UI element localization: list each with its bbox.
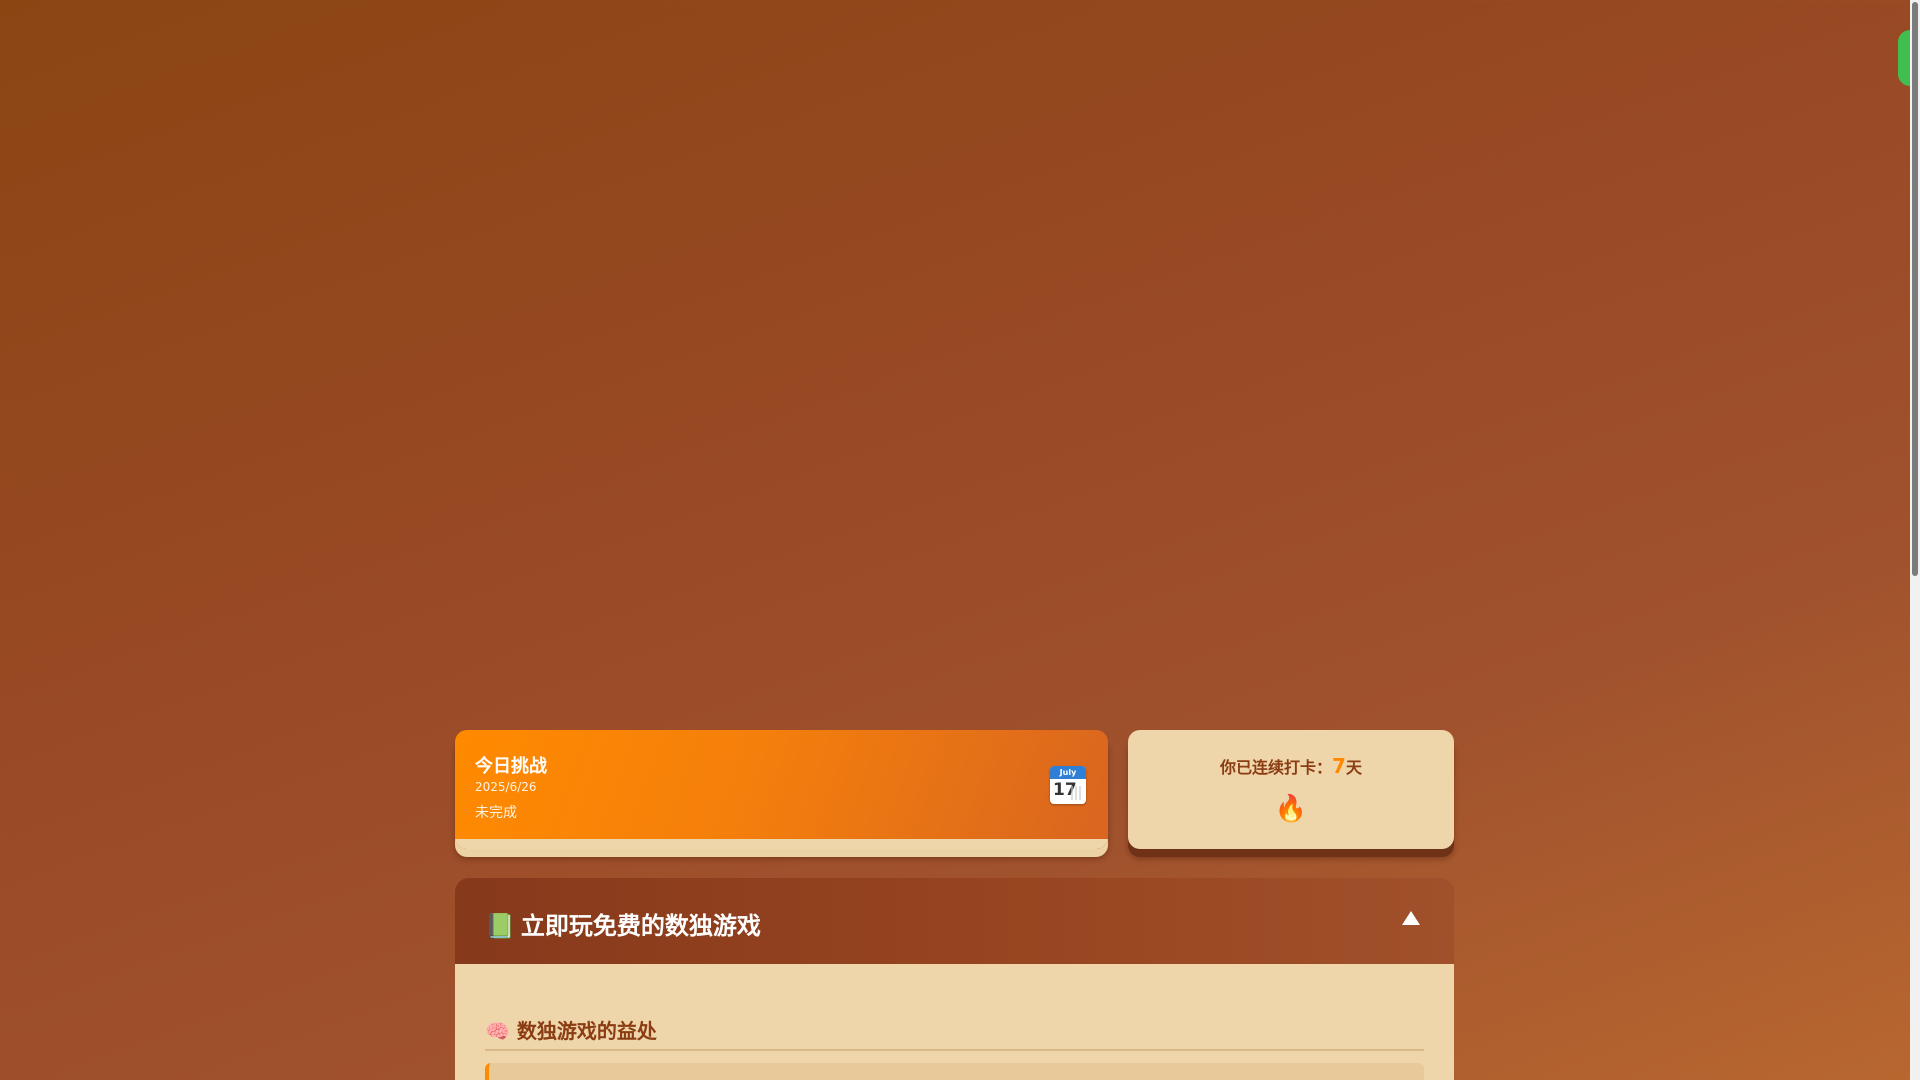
divider [485, 1049, 1424, 1051]
collapse-toggle-icon[interactable] [1402, 911, 1420, 925]
streak-count: 7 [1332, 754, 1346, 778]
panel-title: 📗 立即玩免费的数独游戏 [485, 906, 761, 941]
streak-text: 你已连续打卡：7天 [1128, 754, 1454, 778]
streak-prefix: 你已连续打卡： [1220, 758, 1333, 777]
benefits-heading-text: 数独游戏的益处 [516, 1019, 657, 1043]
calendar-icon: July 17 [1050, 766, 1086, 804]
panel-title-text: 立即玩免费的数独游戏 [520, 912, 761, 940]
benefits-heading: 🧠 数独游戏的益处 [485, 1015, 657, 1044]
daily-challenge-card[interactable]: 今日挑战 2025/6/26 未完成 July 17 [455, 730, 1108, 849]
challenge-status: 未完成 [475, 805, 517, 821]
sudoku-game-panel: 📗 立即玩免费的数独游戏 🧠 数独游戏的益处 [455, 878, 1454, 1080]
challenge-date: 2025/6/26 [475, 780, 537, 794]
scrollbar[interactable] [1910, 0, 1920, 1080]
panel-body: 🧠 数独游戏的益处 [455, 964, 1454, 1080]
panel-header[interactable]: 📗 立即玩免费的数独游戏 [455, 878, 1454, 964]
book-icon: 📗 [485, 912, 515, 940]
brain-icon: 🧠 [485, 1019, 510, 1043]
fire-icon: 🔥 [1274, 794, 1308, 824]
challenge-title: 今日挑战 [475, 756, 547, 777]
benefit-item [485, 1063, 1424, 1080]
scrollbar-thumb[interactable] [1912, 2, 1918, 576]
streak-card: 你已连续打卡：7天 🔥 [1128, 730, 1454, 849]
calendar-month: July [1050, 766, 1086, 779]
streak-suffix: 天 [1345, 758, 1362, 777]
